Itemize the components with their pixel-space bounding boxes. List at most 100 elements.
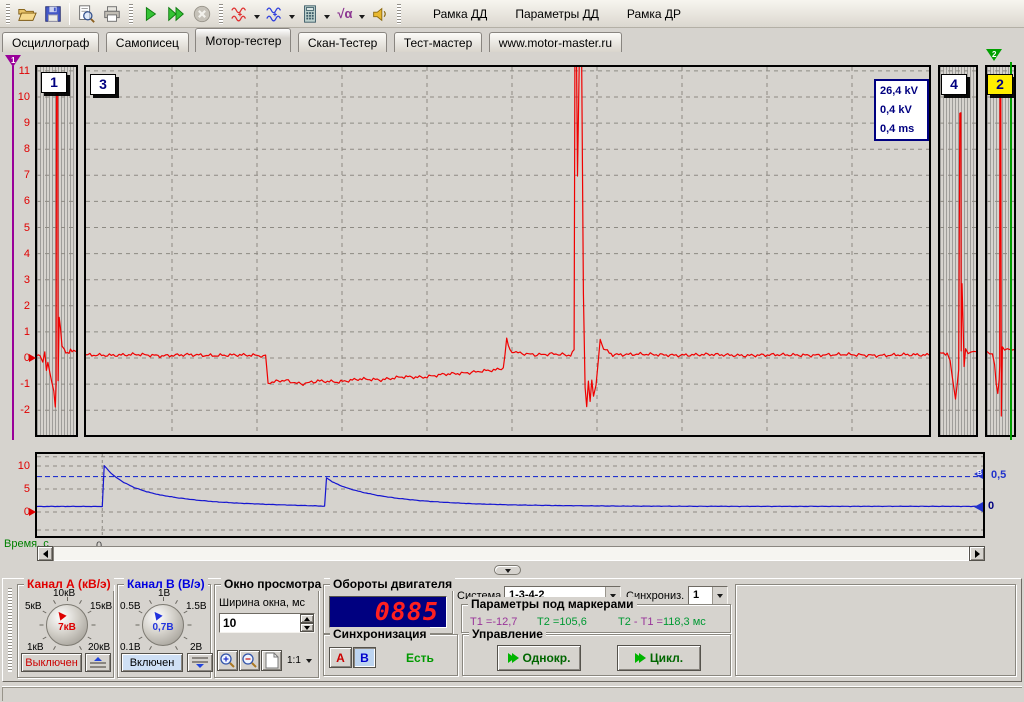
window-width-label: Ширина окна, мс — [219, 597, 305, 609]
channel-a-signal-button[interactable] — [227, 2, 253, 26]
dropdown-arrow-icon[interactable] — [254, 15, 260, 22]
fast-forward-icon — [639, 653, 646, 663]
dropdown-arrow-icon[interactable] — [359, 15, 365, 22]
chevron-down-icon — [717, 594, 723, 601]
tab-motor-tester[interactable]: Мотор-тестер — [195, 28, 291, 52]
tab-scan-tester[interactable]: Скан-Тестер — [298, 32, 388, 52]
knob-a-scale-15: 15кВ — [90, 601, 112, 612]
readout-voltage-max: 26,4 kV — [880, 82, 927, 101]
zoom-in-button[interactable] — [217, 650, 238, 671]
knob-tick — [79, 600, 82, 604]
marker-t2-line[interactable] — [1010, 62, 1012, 440]
math-functions-button[interactable]: √α — [332, 2, 358, 26]
start-button[interactable] — [137, 2, 163, 26]
run-single-button[interactable]: Однокр. — [497, 645, 581, 671]
menu-parametry-dd[interactable]: Параметры ДД — [501, 2, 613, 26]
tab-label: www.motor-master.ru — [499, 36, 612, 50]
toolbar-grip[interactable] — [6, 4, 10, 24]
run-cycle-label: Цикл. — [650, 651, 683, 665]
knob-tick — [175, 646, 178, 650]
y-tick-label: 9 — [24, 116, 30, 130]
spin-up-button[interactable] — [300, 614, 314, 623]
new-view-button[interactable] — [261, 650, 282, 671]
y-tick-label: 8 — [24, 142, 30, 156]
marker-t1-number: 1 — [11, 57, 15, 65]
y-tick-label: -2 — [20, 403, 30, 417]
knob-tick — [187, 625, 191, 626]
channel-b-state-button[interactable]: Включен — [121, 653, 183, 672]
tab-label: Мотор-тестер — [205, 34, 281, 48]
panel-grip[interactable] — [8, 588, 12, 672]
dt-t2: Т2 — [618, 616, 631, 628]
cylinder-segment-4: 4 — [938, 65, 978, 437]
knob-a-scale-1: 1кВ — [27, 642, 44, 653]
channel-b-gain-knob[interactable]: 0,7В — [142, 604, 184, 646]
toolbar-grip[interactable] — [129, 4, 133, 24]
level-slider-down-icon — [191, 656, 209, 669]
down-arrow-icon — [304, 626, 310, 630]
run-single-label: Однокр. — [523, 651, 571, 665]
knob-tick — [149, 646, 152, 650]
left-arrow-icon — [43, 550, 48, 558]
scrollbar-track[interactable] — [53, 546, 969, 561]
sync-trace-pointer-icon[interactable] — [974, 502, 983, 512]
toolbar-grip[interactable] — [219, 4, 223, 24]
menu-ramka-dd[interactable]: Рамка ДД — [419, 2, 501, 26]
sync-chart — [35, 452, 985, 538]
tab-oscillograph[interactable]: Осциллограф — [2, 32, 99, 52]
channel-a-gain-knob[interactable]: 7кВ — [46, 604, 88, 646]
cylinder-1-label[interactable]: 1 — [41, 72, 67, 93]
sync-threshold-value: 0,5 — [991, 469, 1006, 481]
main-zero-level-arrow-icon[interactable] — [29, 354, 36, 362]
save-file-button[interactable] — [40, 2, 66, 26]
cylinder-3-label[interactable]: 3 — [90, 74, 116, 95]
zoom-out-button[interactable] — [239, 650, 260, 671]
dropdown-arrow-icon[interactable] — [324, 15, 330, 22]
readout-time: 0,4 ms — [880, 120, 927, 139]
sync-select-dropdown[interactable]: 1 — [688, 586, 728, 605]
channel-b-gain-value: 0,7В — [143, 622, 183, 633]
tab-website[interactable]: www.motor-master.ru — [489, 32, 622, 52]
knob-tick — [184, 637, 188, 640]
cylinder-4-label[interactable]: 4 — [941, 74, 967, 95]
toolbar-grip[interactable] — [397, 4, 401, 24]
knob-tick — [39, 625, 43, 626]
scrollbar-right-button[interactable] — [969, 546, 985, 561]
print-preview-button[interactable] — [73, 2, 99, 26]
calculator-button[interactable] — [297, 2, 323, 26]
sync-channel-b-button[interactable]: В — [353, 647, 376, 668]
menu-ramka-dr[interactable]: Рамка ДР — [613, 2, 695, 26]
tab-test-master[interactable]: Тест-мастер — [394, 32, 482, 52]
scrollbar-left-button[interactable] — [37, 546, 53, 561]
up-arrow-icon — [304, 617, 310, 621]
channel-b-signal-button[interactable] — [262, 2, 288, 26]
dropdown-arrow-icon[interactable] — [289, 15, 295, 22]
sound-button[interactable] — [367, 2, 393, 26]
tab-recorder[interactable]: Самописец — [106, 32, 189, 52]
sync-channel-a-button[interactable]: А — [329, 647, 352, 668]
cylinder-2-label[interactable]: 2 — [987, 74, 1013, 95]
run-cycle-button[interactable]: Цикл. — [617, 645, 701, 671]
channel-a-state-button[interactable]: Выключен — [21, 653, 82, 672]
dropdown-button[interactable] — [712, 587, 727, 604]
knob-tick — [135, 625, 139, 626]
stop-button[interactable] — [189, 2, 215, 26]
knob-pointer-icon — [151, 609, 162, 620]
zoom-ratio-dropdown[interactable]: 1:1 — [285, 650, 317, 671]
spin-down-button[interactable] — [300, 623, 314, 632]
sync-zero-level-arrow-icon[interactable] — [29, 508, 36, 516]
print-button[interactable] — [99, 2, 125, 26]
channel-b-offset-button[interactable] — [187, 653, 213, 672]
marker-t1-line[interactable] — [12, 66, 14, 440]
y-tick-label: 6 — [24, 194, 30, 208]
channel-a-offset-button[interactable] — [85, 653, 111, 672]
open-file-button[interactable] — [14, 2, 40, 26]
sync-status: Есть — [406, 651, 434, 665]
y-tick-label: 4 — [24, 247, 30, 261]
knob-tick — [175, 600, 178, 604]
window-width-value[interactable]: 10 — [220, 614, 300, 632]
y-tick-label: 1 — [24, 325, 30, 339]
start-cycle-button[interactable] — [163, 2, 189, 26]
magnifier-minus-icon — [241, 652, 258, 669]
collapse-panel-button[interactable] — [494, 565, 521, 575]
